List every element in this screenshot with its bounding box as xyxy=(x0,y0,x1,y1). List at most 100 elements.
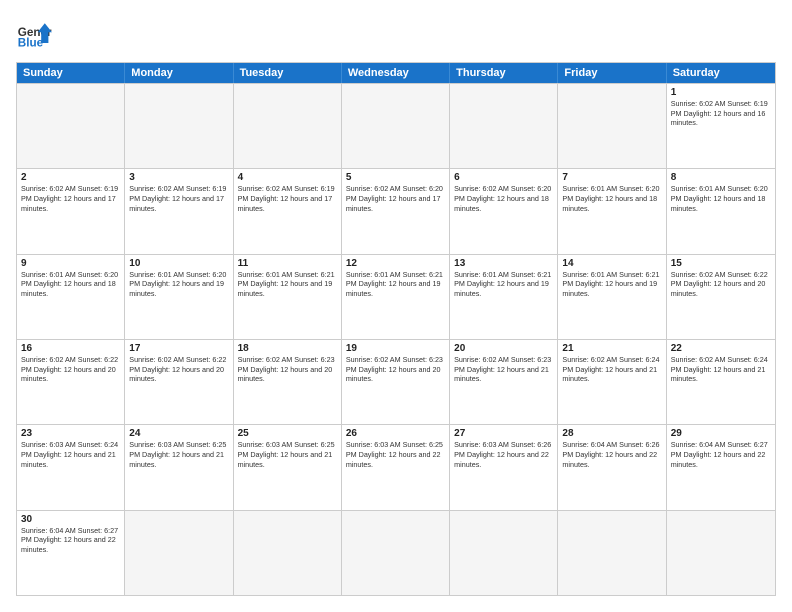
day-cell-1: 1Sunrise: 6:02 AM Sunset: 6:19 PM Daylig… xyxy=(667,84,775,168)
day-cell-10: 10Sunrise: 6:01 AM Sunset: 6:20 PM Dayli… xyxy=(125,255,233,339)
day-info: Sunrise: 6:02 AM Sunset: 6:20 PM Dayligh… xyxy=(454,184,553,213)
day-number: 26 xyxy=(346,428,445,439)
day-info: Sunrise: 6:03 AM Sunset: 6:25 PM Dayligh… xyxy=(129,440,228,469)
day-info: Sunrise: 6:01 AM Sunset: 6:20 PM Dayligh… xyxy=(129,270,228,299)
day-info: Sunrise: 6:03 AM Sunset: 6:26 PM Dayligh… xyxy=(454,440,553,469)
day-info: Sunrise: 6:01 AM Sunset: 6:21 PM Dayligh… xyxy=(238,270,337,299)
day-info: Sunrise: 6:04 AM Sunset: 6:26 PM Dayligh… xyxy=(562,440,661,469)
day-header-saturday: Saturday xyxy=(667,63,775,83)
day-number: 27 xyxy=(454,428,553,439)
calendar-week-1: 1Sunrise: 6:02 AM Sunset: 6:19 PM Daylig… xyxy=(17,83,775,168)
day-cell-9: 9Sunrise: 6:01 AM Sunset: 6:20 PM Daylig… xyxy=(17,255,125,339)
day-header-friday: Friday xyxy=(558,63,666,83)
day-info: Sunrise: 6:03 AM Sunset: 6:24 PM Dayligh… xyxy=(21,440,120,469)
day-number: 16 xyxy=(21,343,120,354)
day-info: Sunrise: 6:01 AM Sunset: 6:20 PM Dayligh… xyxy=(562,184,661,213)
day-info: Sunrise: 6:02 AM Sunset: 6:19 PM Dayligh… xyxy=(129,184,228,213)
logo: General Blue xyxy=(16,16,52,52)
day-number: 15 xyxy=(671,258,771,269)
calendar: SundayMondayTuesdayWednesdayThursdayFrid… xyxy=(16,62,776,596)
calendar-week-5: 23Sunrise: 6:03 AM Sunset: 6:24 PM Dayli… xyxy=(17,424,775,509)
day-cell-22: 22Sunrise: 6:02 AM Sunset: 6:24 PM Dayli… xyxy=(667,340,775,424)
calendar-week-2: 2 Sunrise: 6:02 AM Sunset: 6:19 PM Daylig… xyxy=(17,168,775,253)
day-number: 29 xyxy=(671,428,771,439)
day-number: 14 xyxy=(562,258,661,269)
svg-text:Blue: Blue xyxy=(18,37,44,50)
day-info: Sunrise: 6:01 AM Sunset: 6:20 PM Dayligh… xyxy=(671,184,771,213)
day-number: 20 xyxy=(454,343,553,354)
day-cell-25: 25Sunrise: 6:03 AM Sunset: 6:25 PM Dayli… xyxy=(234,425,342,509)
day-cell-6: 6Sunrise: 6:02 AM Sunset: 6:20 PM Daylig… xyxy=(450,169,558,253)
day-number: 17 xyxy=(129,343,228,354)
day-number: 28 xyxy=(562,428,661,439)
day-cell-empty xyxy=(450,511,558,595)
day-number: 13 xyxy=(454,258,553,269)
day-cell-19: 19Sunrise: 6:02 AM Sunset: 6:23 PM Dayli… xyxy=(342,340,450,424)
day-cell-empty xyxy=(450,84,558,168)
day-number: 23 xyxy=(21,428,120,439)
day-number: 24 xyxy=(129,428,228,439)
day-info: Sunrise: 6:02 AM Sunset: 6:19 PM Dayligh… xyxy=(238,184,337,213)
day-number: 9 xyxy=(21,258,120,269)
day-info: Sunrise: 6:01 AM Sunset: 6:21 PM Dayligh… xyxy=(454,270,553,299)
day-cell-7: 7Sunrise: 6:01 AM Sunset: 6:20 PM Daylig… xyxy=(558,169,666,253)
day-header-monday: Monday xyxy=(125,63,233,83)
day-number: 25 xyxy=(238,428,337,439)
day-cell-14: 14Sunrise: 6:01 AM Sunset: 6:21 PM Dayli… xyxy=(558,255,666,339)
day-info: Sunrise: 6:02 AM Sunset: 6:23 PM Dayligh… xyxy=(238,355,337,384)
day-cell-8: 8Sunrise: 6:01 AM Sunset: 6:20 PM Daylig… xyxy=(667,169,775,253)
day-number: 5 xyxy=(346,172,445,183)
day-cell-15: 15Sunrise: 6:02 AM Sunset: 6:22 PM Dayli… xyxy=(667,255,775,339)
day-cell-16: 16Sunrise: 6:02 AM Sunset: 6:22 PM Dayli… xyxy=(17,340,125,424)
day-number: 10 xyxy=(129,258,228,269)
logo-icon: General Blue xyxy=(16,16,52,52)
header: General Blue xyxy=(16,16,776,52)
calendar-header: SundayMondayTuesdayWednesdayThursdayFrid… xyxy=(17,63,775,83)
day-info: Sunrise: 6:01 AM Sunset: 6:20 PM Dayligh… xyxy=(21,270,120,299)
day-cell-empty xyxy=(125,511,233,595)
day-number: 12 xyxy=(346,258,445,269)
day-header-sunday: Sunday xyxy=(17,63,125,83)
day-header-thursday: Thursday xyxy=(450,63,558,83)
day-number: 18 xyxy=(238,343,337,354)
day-cell-13: 13Sunrise: 6:01 AM Sunset: 6:21 PM Dayli… xyxy=(450,255,558,339)
day-cell-empty xyxy=(125,84,233,168)
day-cell-23: 23Sunrise: 6:03 AM Sunset: 6:24 PM Dayli… xyxy=(17,425,125,509)
day-info: Sunrise: 6:03 AM Sunset: 6:25 PM Dayligh… xyxy=(238,440,337,469)
day-number: 8 xyxy=(671,172,771,183)
day-cell-empty xyxy=(667,511,775,595)
day-info: Sunrise: 6:04 AM Sunset: 6:27 PM Dayligh… xyxy=(671,440,771,469)
day-cell-24: 24Sunrise: 6:03 AM Sunset: 6:25 PM Dayli… xyxy=(125,425,233,509)
day-cell-17: 17Sunrise: 6:02 AM Sunset: 6:22 PM Dayli… xyxy=(125,340,233,424)
day-number: 2 xyxy=(21,172,120,183)
day-cell-empty xyxy=(234,84,342,168)
day-cell-27: 27Sunrise: 6:03 AM Sunset: 6:26 PM Dayli… xyxy=(450,425,558,509)
day-cell-empty xyxy=(234,511,342,595)
calendar-week-3: 9Sunrise: 6:01 AM Sunset: 6:20 PM Daylig… xyxy=(17,254,775,339)
day-cell-12: 12Sunrise: 6:01 AM Sunset: 6:21 PM Dayli… xyxy=(342,255,450,339)
day-info: Sunrise: 6:02 AM Sunset: 6:23 PM Dayligh… xyxy=(454,355,553,384)
day-info: Sunrise: 6:02 AM Sunset: 6:19 PM Dayligh… xyxy=(671,99,771,128)
day-info: Sunrise: 6:01 AM Sunset: 6:21 PM Dayligh… xyxy=(562,270,661,299)
day-cell-20: 20Sunrise: 6:02 AM Sunset: 6:23 PM Dayli… xyxy=(450,340,558,424)
day-cell-29: 29Sunrise: 6:04 AM Sunset: 6:27 PM Dayli… xyxy=(667,425,775,509)
day-info: Sunrise: 6:02 AM Sunset: 6:22 PM Dayligh… xyxy=(671,270,771,299)
day-number: 30 xyxy=(21,514,120,525)
day-header-tuesday: Tuesday xyxy=(234,63,342,83)
calendar-week-6: 30Sunrise: 6:04 AM Sunset: 6:27 PM Dayli… xyxy=(17,510,775,595)
calendar-week-4: 16Sunrise: 6:02 AM Sunset: 6:22 PM Dayli… xyxy=(17,339,775,424)
day-info: Sunrise: 6:02 AM Sunset: 6:24 PM Dayligh… xyxy=(671,355,771,384)
day-cell-30: 30Sunrise: 6:04 AM Sunset: 6:27 PM Dayli… xyxy=(17,511,125,595)
day-cell-empty xyxy=(342,84,450,168)
day-number: 22 xyxy=(671,343,771,354)
day-number: 21 xyxy=(562,343,661,354)
day-cell-21: 21Sunrise: 6:02 AM Sunset: 6:24 PM Dayli… xyxy=(558,340,666,424)
day-number: 7 xyxy=(562,172,661,183)
day-cell-26: 26Sunrise: 6:03 AM Sunset: 6:25 PM Dayli… xyxy=(342,425,450,509)
day-cell-4: 4Sunrise: 6:02 AM Sunset: 6:19 PM Daylig… xyxy=(234,169,342,253)
day-number: 19 xyxy=(346,343,445,354)
day-cell-3: 3Sunrise: 6:02 AM Sunset: 6:19 PM Daylig… xyxy=(125,169,233,253)
day-cell-empty xyxy=(558,84,666,168)
calendar-body: 1Sunrise: 6:02 AM Sunset: 6:19 PM Daylig… xyxy=(17,83,775,595)
page: General Blue SundayMondayTuesdayWednesda… xyxy=(0,0,792,612)
